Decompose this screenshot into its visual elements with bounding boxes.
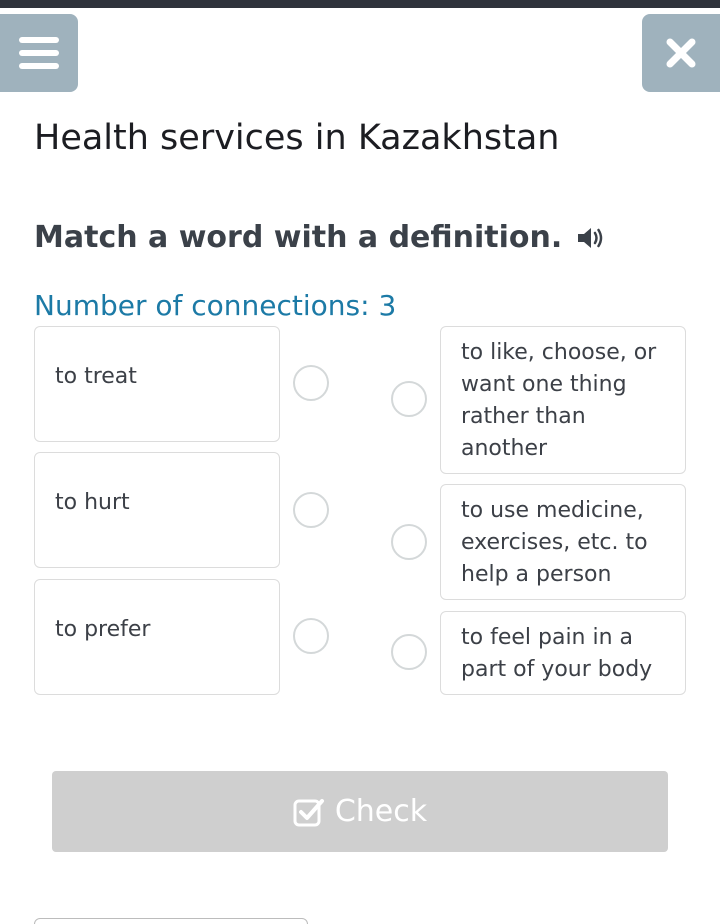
speaker-icon[interactable] <box>576 224 606 252</box>
close-button[interactable] <box>642 14 720 92</box>
definition-label: to use medicine, exercises, etc. to help… <box>461 498 648 587</box>
definition-card-treat[interactable]: to use medicine, exercises, etc. to help… <box>440 484 686 600</box>
definition-label: to feel pain in a part of your body <box>461 625 653 682</box>
connections-count: Number of connections: 3 <box>34 289 397 322</box>
word-connector-dot[interactable] <box>293 365 329 401</box>
top-bar <box>0 0 720 8</box>
check-button[interactable]: Check <box>52 771 668 852</box>
word-label: to hurt <box>55 490 130 515</box>
check-label: Check <box>334 794 428 829</box>
page-title: Health services in Kazakhstan <box>34 118 560 158</box>
instruction: Match a word with a definition. <box>34 216 606 260</box>
word-label: to treat <box>55 364 137 389</box>
definition-connector-dot[interactable] <box>391 524 427 560</box>
hamburger-icon <box>19 37 59 69</box>
word-connector-dot[interactable] <box>293 492 329 528</box>
bottom-partial-element <box>34 918 308 924</box>
definition-label: to like, choose, or want one thing rathe… <box>461 340 657 461</box>
word-card-hurt[interactable]: to hurt <box>34 452 280 568</box>
menu-button[interactable] <box>0 14 78 92</box>
word-connector-dot[interactable] <box>293 618 329 654</box>
page: Health services in Kazakhstan Match a wo… <box>0 0 720 924</box>
definition-card-prefer[interactable]: to like, choose, or want one thing rathe… <box>440 326 686 474</box>
close-icon <box>666 38 696 68</box>
instruction-text: Match a word with a definition. <box>34 220 563 255</box>
word-card-prefer[interactable]: to prefer <box>34 579 280 695</box>
word-label: to prefer <box>55 617 151 642</box>
definition-connector-dot[interactable] <box>391 634 427 670</box>
word-card-treat[interactable]: to treat <box>34 326 280 442</box>
checkbox-icon <box>293 798 324 826</box>
definition-card-hurt[interactable]: to feel pain in a part of your body <box>440 611 686 695</box>
definition-connector-dot[interactable] <box>391 381 427 417</box>
